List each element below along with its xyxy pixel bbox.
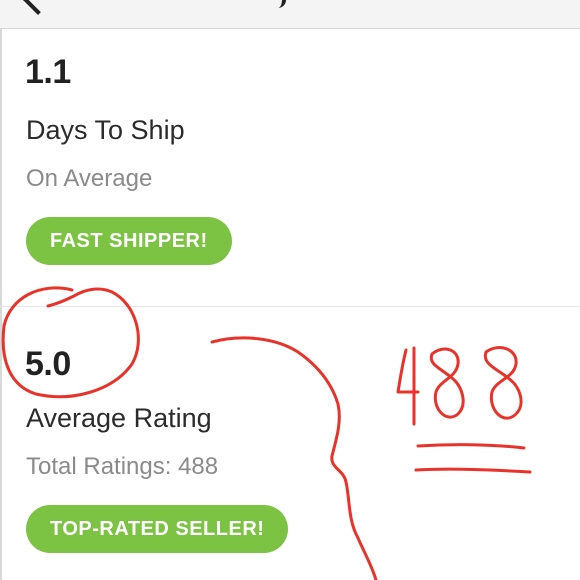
average-rating-value: 5.0 <box>25 345 71 383</box>
days-to-ship-label: Days To Ship <box>26 115 185 145</box>
top-rated-seller-badge: TOP-RATED SELLER! <box>26 505 289 553</box>
chevron-left-icon[interactable] <box>21 0 55 15</box>
average-rating-label: Average Rating <box>26 403 212 433</box>
rating-stats-section: 5.0 Average Rating Total Ratings: 488 TO… <box>0 307 580 580</box>
header-title-fragment <box>268 0 286 8</box>
days-to-ship-value: 1.1 <box>25 53 71 91</box>
fast-shipper-badge: FAST SHIPPER! <box>26 217 232 265</box>
days-to-ship-sublabel: On Average <box>26 165 153 192</box>
shipping-stats-section: 1.1 Days To Ship On Average FAST SHIPPER… <box>0 29 580 307</box>
top-navigation-bar <box>0 0 580 29</box>
total-ratings-text: Total Ratings: 488 <box>26 453 219 480</box>
